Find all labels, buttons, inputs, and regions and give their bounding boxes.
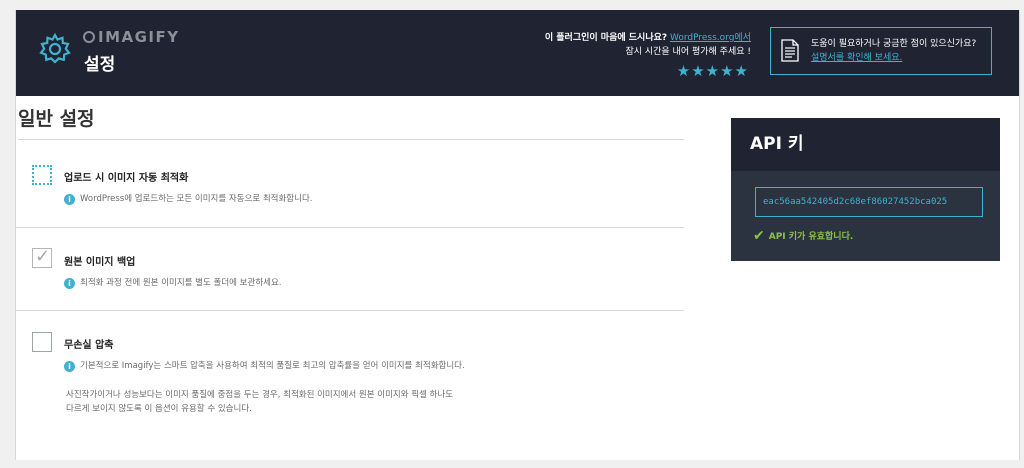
- auto-optimize-checkbox[interactable]: [32, 165, 52, 185]
- rating-prompt: 이 플러그인이 마음에 드시나요? WordPress.org에서 잠시 시간을…: [545, 31, 751, 59]
- header-bar: IMAGIFY 설정 이 플러그인이 마음에 드시나요? WordPress.o…: [16, 10, 1019, 96]
- api-key-panel: API 키 eac56aa542405d2c68ef86027452bca025…: [731, 118, 1000, 261]
- rating-stars[interactable]: ★★★★★: [677, 62, 749, 80]
- help-box: 도움이 필요하거나 궁금한 점이 있으신가요? 설명서를 확인해 보세요.: [770, 27, 992, 75]
- option-description: i 최적화 과정 전에 원본 이미지를 별도 폴더에 보관하세요.: [64, 276, 281, 290]
- logo-mark-icon: [83, 31, 95, 43]
- gear-icon: [39, 32, 71, 64]
- option-description-text: WordPress에 업로드하는 모든 이미지를 자동으로 최적화합니다.: [80, 194, 313, 204]
- general-settings: 일반 설정: [16, 104, 684, 140]
- help-text: 도움이 필요하거나 궁금한 점이 있으신가요? 설명서를 확인해 보세요.: [811, 37, 976, 65]
- option-extra-line: 사진작가이거나 성능보다는 이미지 품질에 중점을 두는 경우, 최적화된 이미…: [66, 390, 454, 400]
- document-icon: [781, 39, 799, 62]
- option-label: 업로드 시 이미지 자동 최적화: [64, 173, 189, 184]
- help-question: 도움이 필요하거나 궁금한 점이 있으신가요?: [811, 39, 977, 49]
- lossless-checkbox[interactable]: [32, 332, 52, 352]
- api-key-status: ✔ API 키가 유효합니다.: [753, 228, 853, 244]
- checkmark-icon: ✔: [753, 228, 765, 244]
- option-description: i WordPress에 업로드하는 모든 이미지를 자동으로 최적화합니다.: [64, 192, 312, 206]
- info-icon: i: [64, 278, 75, 289]
- imagify-logo: IMAGIFY: [83, 28, 180, 46]
- option-description-text: 최적화 과정 전에 원본 이미지를 별도 폴더에 보관하세요.: [80, 278, 282, 288]
- option-label: 원본 이미지 백업: [64, 257, 136, 268]
- rating-question: 이 플러그인이 마음에 드시나요?: [544, 33, 668, 43]
- documentation-link[interactable]: 설명서를 확인해 보세요.: [811, 53, 902, 63]
- option-description: i 기본적으로 Imagify는 스마트 압축을 사용하여 최적의 품질로 최고의…: [64, 359, 465, 373]
- api-key-title: API 키: [731, 118, 1000, 171]
- logo-text: IMAGIFY: [98, 28, 180, 46]
- info-icon: i: [64, 361, 75, 372]
- api-key-status-text: API 키가 유효합니다.: [768, 232, 854, 242]
- divider: [16, 227, 684, 228]
- option-description-text: 기본적으로 Imagify는 스마트 압축을 사용하여 최적의 품질로 최고의 …: [80, 361, 465, 371]
- option-label: 무손실 압축: [64, 340, 114, 351]
- info-icon: i: [64, 194, 75, 205]
- page-title: 설정: [84, 55, 116, 75]
- divider: [16, 310, 684, 311]
- section-title: 일반 설정: [18, 104, 684, 140]
- api-key-input[interactable]: eac56aa542405d2c68ef86027452bca025: [755, 187, 983, 217]
- wordpress-org-link[interactable]: WordPress.org에서: [670, 33, 751, 43]
- rating-line2: 잠시 시간을 내어 평가해 주세요 !: [625, 47, 751, 57]
- option-extra-line: 다르게 보이지 않도록 이 옵션이 유용할 수 있습니다.: [66, 404, 252, 414]
- backup-checkbox[interactable]: [32, 246, 52, 268]
